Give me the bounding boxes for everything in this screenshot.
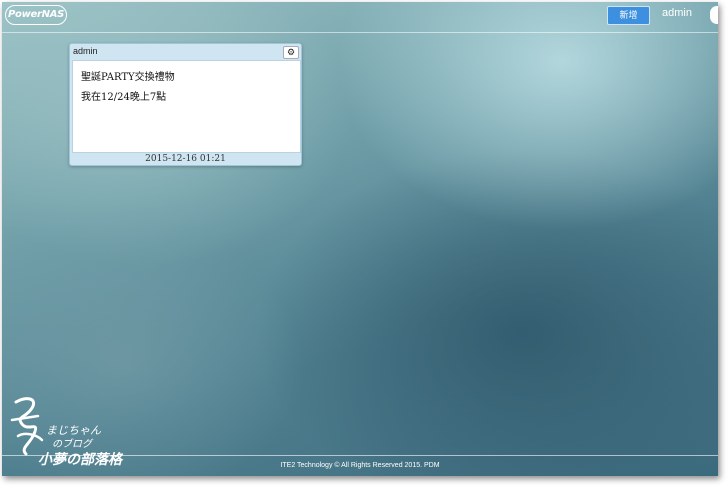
note-card[interactable]: admin ⚙ 聖誕PARTY交換禮物 我在12/24晚上7點 2015-12-… xyxy=(69,43,302,166)
svg-text:まじちゃん: まじちゃん xyxy=(46,424,102,437)
top-bar: PowerNAS 新增 admin xyxy=(2,2,718,33)
add-note-button[interactable]: 新增 xyxy=(607,6,650,25)
svg-text:のブログ: のブログ xyxy=(52,438,94,450)
user-name[interactable]: admin xyxy=(662,7,692,19)
note-author: admin xyxy=(73,46,98,56)
note-body[interactable]: 聖誕PARTY交換禮物 我在12/24晚上7點 xyxy=(72,60,301,153)
user-menu-icon[interactable] xyxy=(710,6,718,24)
note-date: 2015-12-16 01:21 xyxy=(145,154,226,164)
app-logo: PowerNAS xyxy=(5,5,67,25)
app-window: PowerNAS 新增 admin admin ⚙ 聖誕PARTY交換禮物 我在… xyxy=(2,2,718,476)
note-line: 聖誕PARTY交換禮物 xyxy=(81,72,175,83)
svg-text:小夢の部落格: 小夢の部落格 xyxy=(38,451,124,468)
note-line: 我在12/24晚上7點 xyxy=(81,92,167,103)
note-header: admin ⚙ xyxy=(70,44,301,59)
gear-icon[interactable]: ⚙ xyxy=(283,46,299,59)
watermark-signature: まじちゃん のブログ 小夢の部落格 xyxy=(10,397,124,468)
